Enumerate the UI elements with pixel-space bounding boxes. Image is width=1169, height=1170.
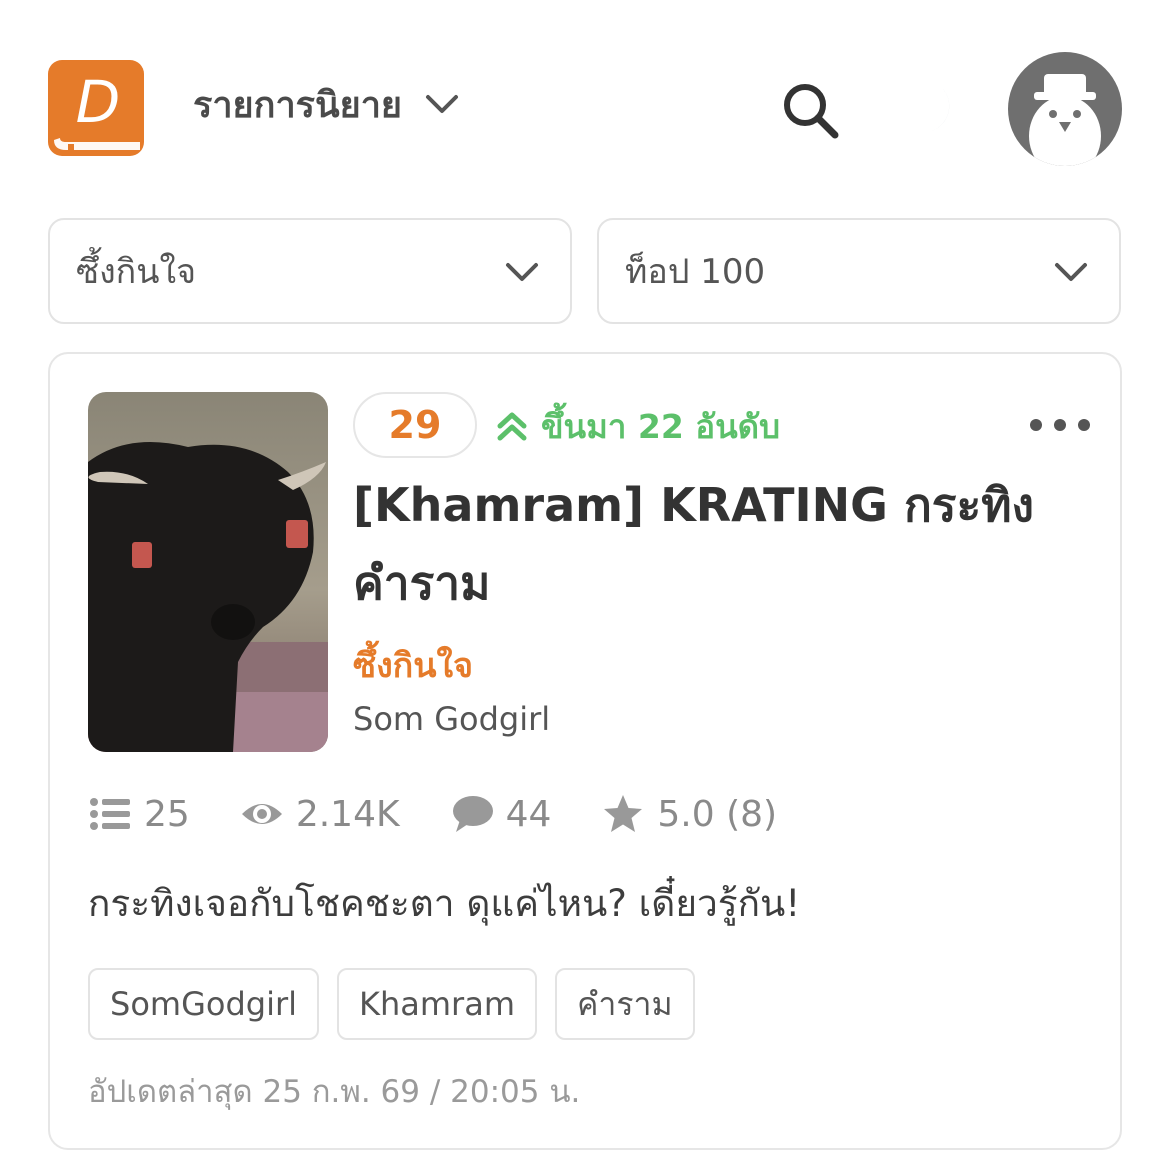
more-icon[interactable] <box>1030 410 1090 440</box>
logo-letter: D <box>76 68 121 136</box>
category-filter-value: ซึ้งกินใจ <box>76 252 197 292</box>
eye-icon <box>241 804 282 824</box>
chevron-down-icon <box>1055 263 1087 281</box>
novel-author[interactable]: Som Godgirl <box>353 700 550 738</box>
ranking-filter-value: ท็อป 100 <box>625 252 766 292</box>
tag-chip[interactable]: SomGodgirl <box>88 968 319 1040</box>
rank-badge: 29 <box>353 392 477 458</box>
novel-stats: 25 2.14K 44 5.0 (8) <box>88 786 827 842</box>
tag-list: SomGodgirl Khamram คำราม <box>88 968 695 1040</box>
ranking-filter-select[interactable]: ท็อป 100 <box>597 218 1121 324</box>
last-updated: อัปเดตล่าสุด 25 ก.พ. 69 / 20:05 น. <box>88 1074 581 1110</box>
novel-list-dropdown[interactable]: รายการนิยาย <box>193 78 460 130</box>
search-button[interactable] <box>780 80 840 140</box>
comments-count: 44 <box>505 793 552 835</box>
rank-change-label: ขึ้นมา 22 อันดับ <box>541 406 781 446</box>
category-filter-select[interactable]: ซึ้งกินใจ <box>48 218 572 324</box>
views-count: 2.14K <box>295 793 400 835</box>
comment-icon <box>452 796 493 832</box>
nav-title-label: รายการนิยาย <box>193 84 403 126</box>
rating-stat: 5.0 (8) <box>601 792 777 836</box>
novel-cover-image[interactable] <box>88 392 328 752</box>
rank-number: 29 <box>388 403 442 447</box>
top-bar: D รายการนิยาย <box>0 0 1169 190</box>
search-icon <box>784 84 839 139</box>
tag-chip[interactable]: Khamram <box>337 968 537 1040</box>
novel-card[interactable]: 29 ขึ้นมา 22 อันดับ [Khamram] KRATING กร… <box>48 352 1122 1150</box>
novel-title[interactable]: [Khamram] KRATING กระทิงคำราม <box>353 466 1073 622</box>
dark-mode-toggle[interactable] <box>900 80 962 142</box>
chapters-count: 25 <box>144 793 190 835</box>
tag-chip[interactable]: คำราม <box>554 968 695 1040</box>
logo-icon[interactable]: D <box>48 60 144 158</box>
avatar[interactable] <box>1008 52 1122 166</box>
list-icon <box>90 798 130 830</box>
views-stat: 2.14K <box>240 792 400 836</box>
double-chevron-up-icon <box>497 412 527 441</box>
chapters-stat: 25 <box>88 792 190 836</box>
rank-change: ขึ้นมา 22 อันดับ <box>495 404 780 448</box>
avatar-icon <box>1029 74 1101 166</box>
rating-value: 5.0 (8) <box>657 793 778 835</box>
chevron-down-icon <box>506 263 538 281</box>
novel-description: กระทิงเจอกับโชคชะตา ดุแค่ไหน? เดี๋ยวรู้ก… <box>88 882 801 925</box>
comments-stat: 44 <box>450 792 552 836</box>
chevron-down-icon <box>426 95 459 113</box>
moon-icon <box>906 86 950 133</box>
novel-category[interactable]: ซึ้งกินใจ <box>353 638 473 692</box>
star-icon <box>604 795 643 832</box>
